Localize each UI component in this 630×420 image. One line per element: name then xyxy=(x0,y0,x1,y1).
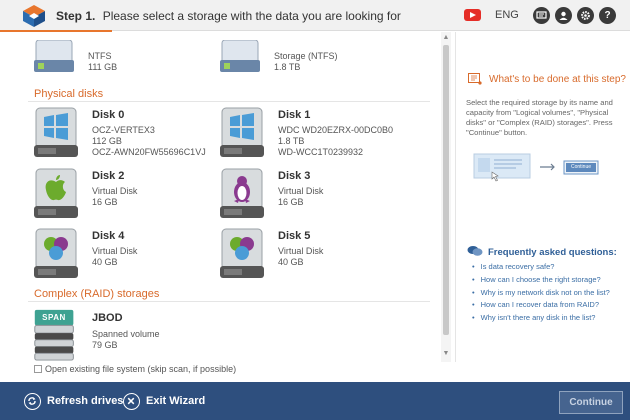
help-icon[interactable]: ? xyxy=(599,7,616,24)
exit-wizard-button[interactable]: Exit Wizard xyxy=(123,382,205,420)
logical-volume-item[interactable]: Storage (NTFS) 1.8 TB xyxy=(220,40,420,100)
scroll-down-arrow-icon[interactable]: ▼ xyxy=(441,349,451,359)
disk-name: Disk 4 xyxy=(92,230,125,242)
open-existing-fs-option[interactable]: Open existing file system (skip scan, if… xyxy=(34,364,236,374)
faq-link[interactable]: Why is my network disk not on the list? xyxy=(472,288,610,297)
disk-model: Virtual Disk xyxy=(278,186,324,196)
faq-link[interactable]: Is data recovery safe? xyxy=(472,262,555,271)
raid-storages-heading: Complex (RAID) storages xyxy=(34,288,160,300)
chat-icon[interactable] xyxy=(533,7,550,24)
disk-model: OCZ-VERTEX3 xyxy=(92,125,155,135)
windows-disk-icon xyxy=(34,107,78,157)
disk-name: Disk 5 xyxy=(278,230,311,242)
list-scrollbar-thumb[interactable] xyxy=(443,45,449,335)
language-selector[interactable]: ENG xyxy=(495,9,519,21)
physical-disks-heading: Physical disks xyxy=(34,88,104,100)
volume-fs: Storage (NTFS) xyxy=(274,51,338,61)
volume-size: 111 GB xyxy=(88,62,118,72)
disk-5-item[interactable]: Disk 5 Virtual Disk 40 GB xyxy=(220,228,420,288)
disk-name: Disk 1 xyxy=(278,109,311,121)
step-help-title: What's to be done at this step? xyxy=(489,74,626,85)
raid-badge: SPAN xyxy=(42,313,66,322)
faq-link[interactable]: Why isn't there any disk in the list? xyxy=(472,313,596,322)
raid-type: Spanned volume xyxy=(92,329,160,339)
disk-name: Disk 2 xyxy=(92,170,125,182)
divider xyxy=(28,301,430,302)
disk-4-item[interactable]: Disk 4 Virtual Disk 40 GB xyxy=(34,228,234,288)
disk-model: Virtual Disk xyxy=(278,246,324,256)
disk-model: WDC WD20EZRX-00DC0B0 xyxy=(278,125,394,135)
disk-1-item[interactable]: Disk 1 WDC WD20EZRX-00DC0B0 1.8 TB WD-WC… xyxy=(220,107,420,167)
open-existing-fs-checkbox[interactable] xyxy=(34,365,42,373)
disk-model: Virtual Disk xyxy=(92,246,138,256)
volume-size: 1.8 TB xyxy=(274,62,301,72)
volume-fs: NTFS xyxy=(88,51,112,61)
disk-0-item[interactable]: Disk 0 OCZ-VERTEX3 112 GB OCZ-AWN20FW556… xyxy=(34,107,234,167)
refresh-drives-label: Refresh drives xyxy=(47,395,124,407)
settings-gear-icon[interactable] xyxy=(577,7,594,24)
step-title: Step 1. Please select a storage with the… xyxy=(56,9,401,23)
youtube-icon[interactable] xyxy=(464,9,481,21)
windows-disk-icon xyxy=(220,107,264,157)
divider xyxy=(28,101,430,102)
header-bar: Step 1. Please select a storage with the… xyxy=(0,0,630,32)
step-label: Step 1. xyxy=(56,9,96,23)
disk-model: Virtual Disk xyxy=(92,186,138,196)
app-logo-icon xyxy=(23,5,45,27)
account-icon[interactable] xyxy=(555,7,572,24)
illustration-continue-label: Continue xyxy=(570,164,591,170)
refresh-icon xyxy=(24,392,41,410)
apple-disk-icon xyxy=(34,168,78,218)
faq-title: Frequently asked questions: xyxy=(488,247,617,258)
disk-size: 16 GB xyxy=(278,197,304,207)
disk-serial: WD-WCC1T0239932 xyxy=(278,147,364,157)
continue-button[interactable]: Continue xyxy=(559,391,623,414)
disk-size: 40 GB xyxy=(278,257,304,267)
step-help-text: Select the required storage by its name … xyxy=(466,98,613,137)
linux-disk-icon xyxy=(220,168,264,218)
scroll-up-arrow-icon[interactable]: ▲ xyxy=(441,33,451,43)
open-existing-fs-label: Open existing file system (skip scan, if… xyxy=(45,364,237,374)
disk-size: 40 GB xyxy=(92,257,118,267)
multi-os-disk-icon xyxy=(34,228,78,278)
step-text: Please select a storage with the data yo… xyxy=(102,9,401,23)
faq-link[interactable]: How can I choose the right storage? xyxy=(472,275,601,284)
raid-jbod-item[interactable]: SPAN JBOD Spanned volume 79 GB xyxy=(34,308,234,368)
faq-link[interactable]: How can I recover data from RAID? xyxy=(472,300,599,309)
disk-size: 1.8 TB xyxy=(278,136,305,146)
faq-chat-icon xyxy=(467,246,483,256)
raid-size: 79 GB xyxy=(92,340,118,350)
footer-bar: Refresh drives Exit Wizard xyxy=(0,382,630,420)
exit-wizard-label: Exit Wizard xyxy=(146,395,206,407)
disk-size: 112 GB xyxy=(92,136,122,146)
step-help-icon xyxy=(468,73,482,85)
raid-name: JBOD xyxy=(92,312,123,324)
disk-name: Disk 0 xyxy=(92,109,125,121)
volume-drive-icon xyxy=(34,40,74,72)
disk-3-item[interactable]: Disk 3 Virtual Disk 16 GB xyxy=(220,168,420,228)
refresh-drives-button[interactable]: Refresh drives xyxy=(24,382,123,420)
disk-2-item[interactable]: Disk 2 Virtual Disk 16 GB xyxy=(34,168,234,228)
panel-divider xyxy=(455,32,456,362)
volume-drive-icon xyxy=(220,40,260,72)
storage-list: NTFS 111 GB Storage (NTFS) 1.8 TB Physic… xyxy=(0,32,441,380)
multi-os-disk-icon xyxy=(220,228,264,278)
disk-serial: OCZ-AWN20FW55696C1VJ xyxy=(92,147,206,157)
disk-size: 16 GB xyxy=(92,197,118,207)
close-icon xyxy=(123,392,140,410)
disk-name: Disk 3 xyxy=(278,170,311,182)
